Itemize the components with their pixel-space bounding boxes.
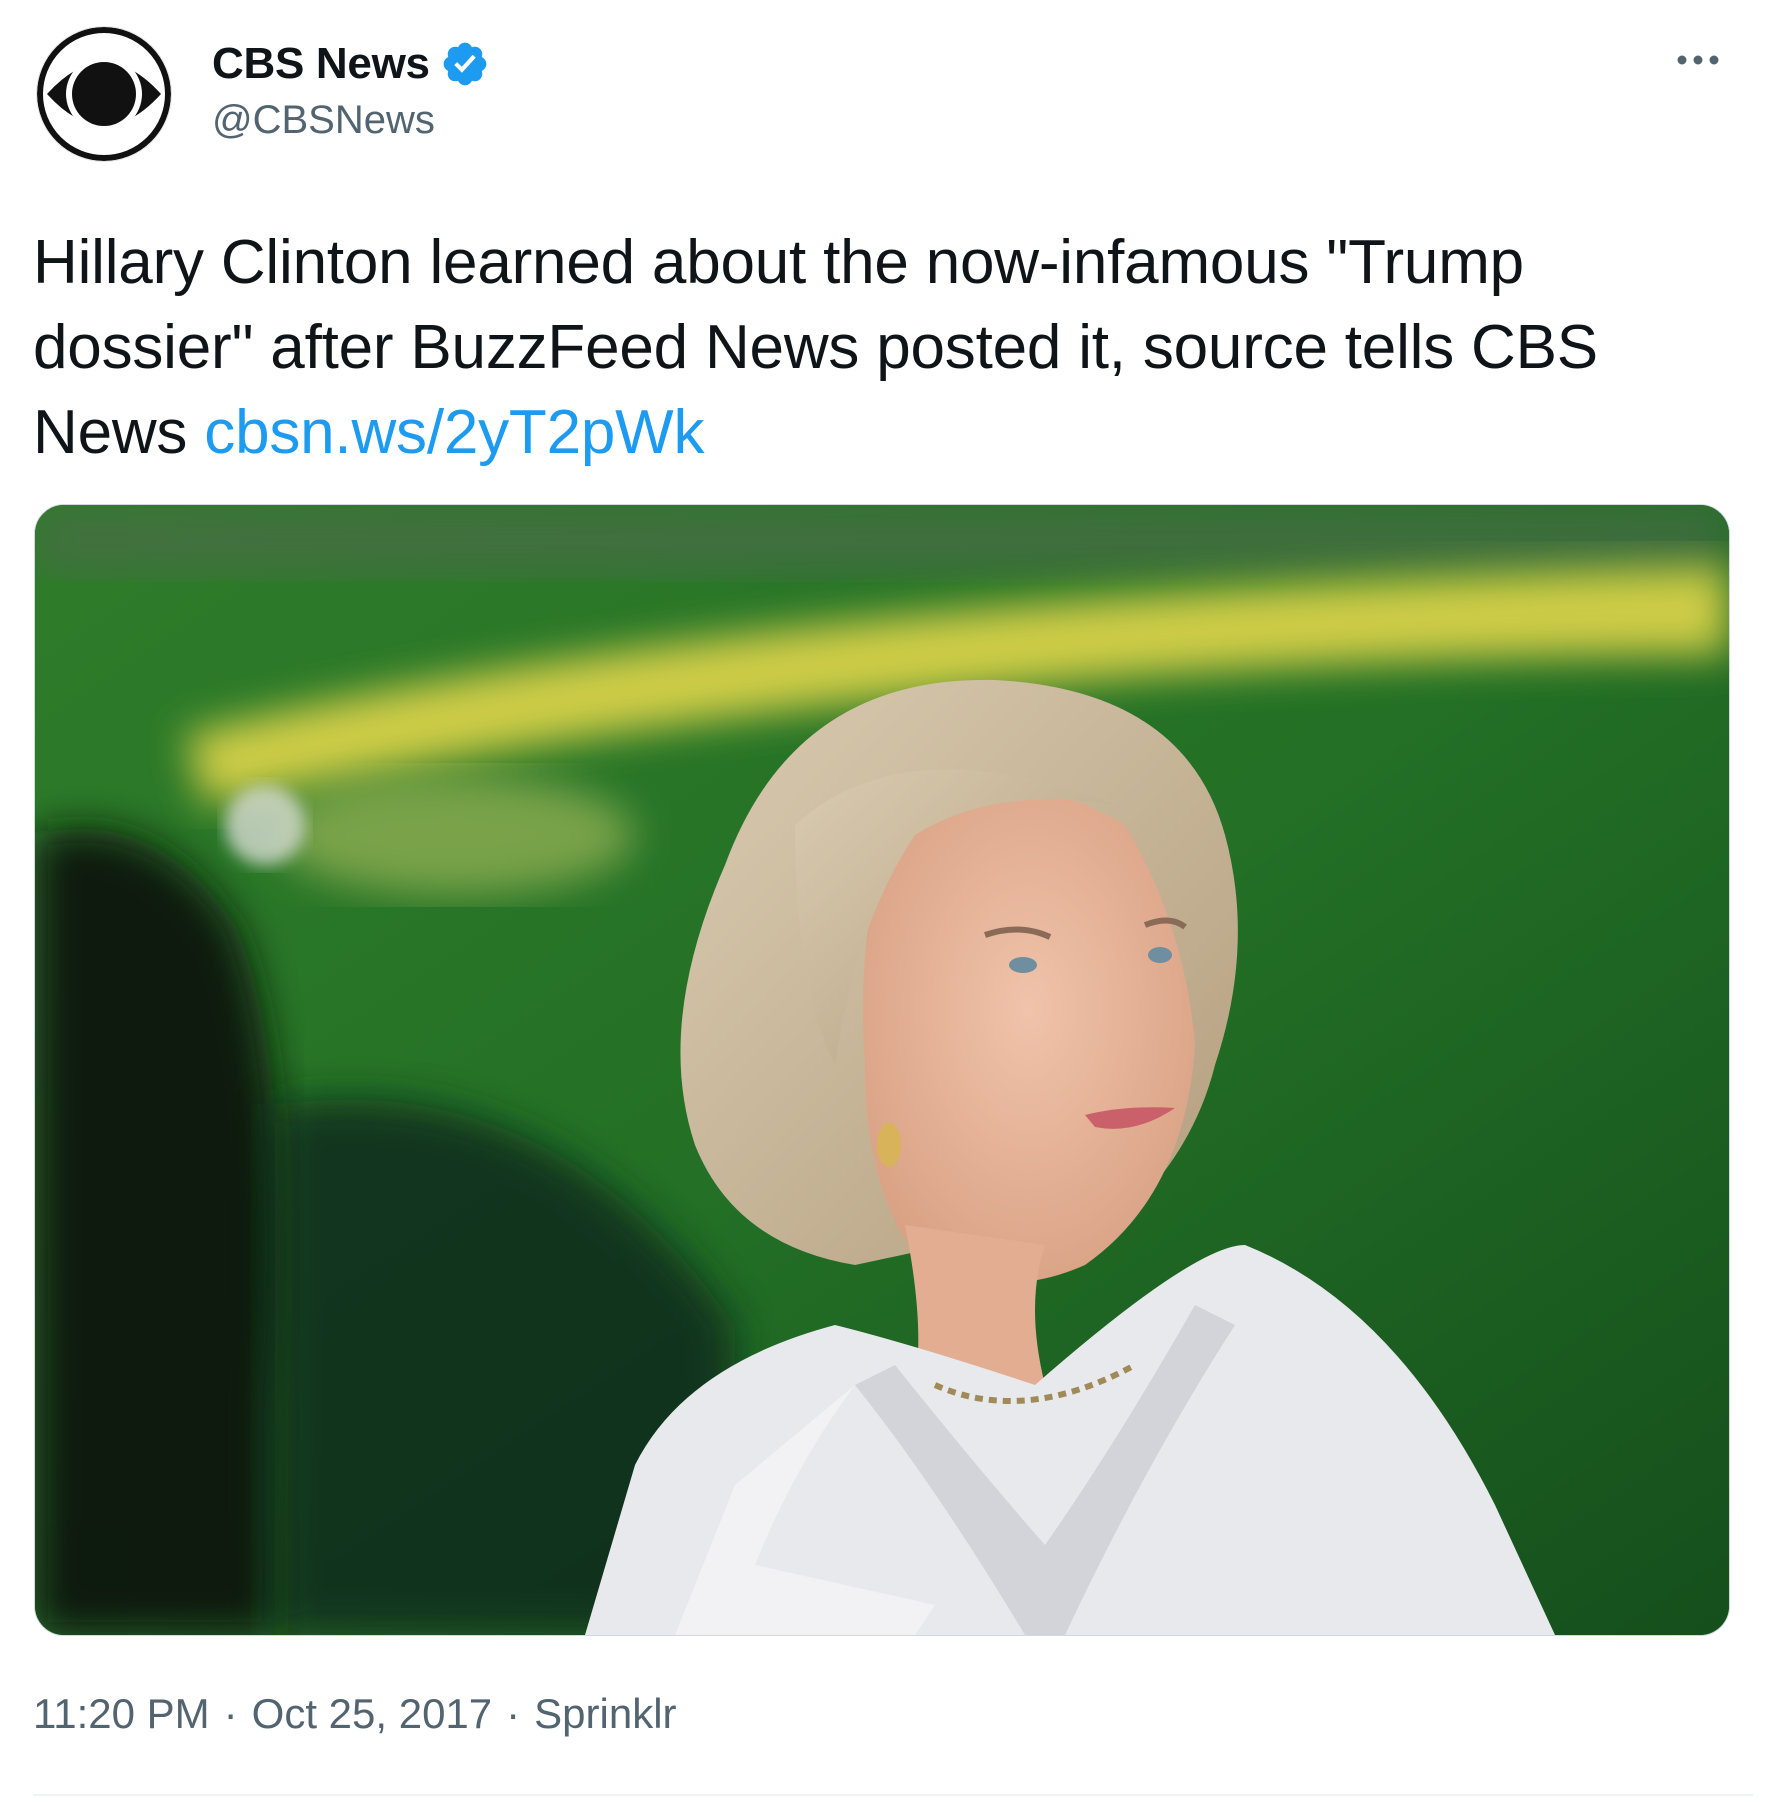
more-options-button[interactable]: [1668, 40, 1728, 80]
tweet-card[interactable]: CBS News @CBSNews Hillary Clinton learne…: [0, 0, 1782, 1806]
verified-badge-icon: [440, 39, 490, 89]
name-row: CBS News: [212, 36, 490, 92]
more-dots-icon: [1677, 55, 1719, 65]
divider: [33, 1794, 1753, 1796]
meta-separator: ·: [506, 1690, 521, 1737]
author-display-name[interactable]: CBS News: [212, 39, 430, 89]
tweet-header: CBS News @CBSNews: [0, 0, 1782, 190]
tweet-text: Hillary Clinton learned about the now-in…: [33, 220, 1753, 475]
tweet-link[interactable]: cbsn.ws/2yT2pWk: [204, 398, 704, 467]
tweet-date[interactable]: Oct 25, 2017: [252, 1690, 493, 1738]
avatar[interactable]: [37, 27, 171, 161]
photo-image: [35, 505, 1729, 1635]
author-handle[interactable]: @CBSNews: [212, 98, 435, 143]
cbs-eye-logo-icon: [37, 27, 171, 161]
tweet-media-photo[interactable]: [34, 504, 1730, 1636]
tweet-source[interactable]: Sprinklr: [534, 1690, 676, 1738]
meta-separator: ·: [223, 1690, 238, 1737]
tweet-metadata: 11:20 PM · Oct 25, 2017 · Sprinklr: [33, 1690, 677, 1738]
tweet-time[interactable]: 11:20 PM: [33, 1690, 210, 1738]
